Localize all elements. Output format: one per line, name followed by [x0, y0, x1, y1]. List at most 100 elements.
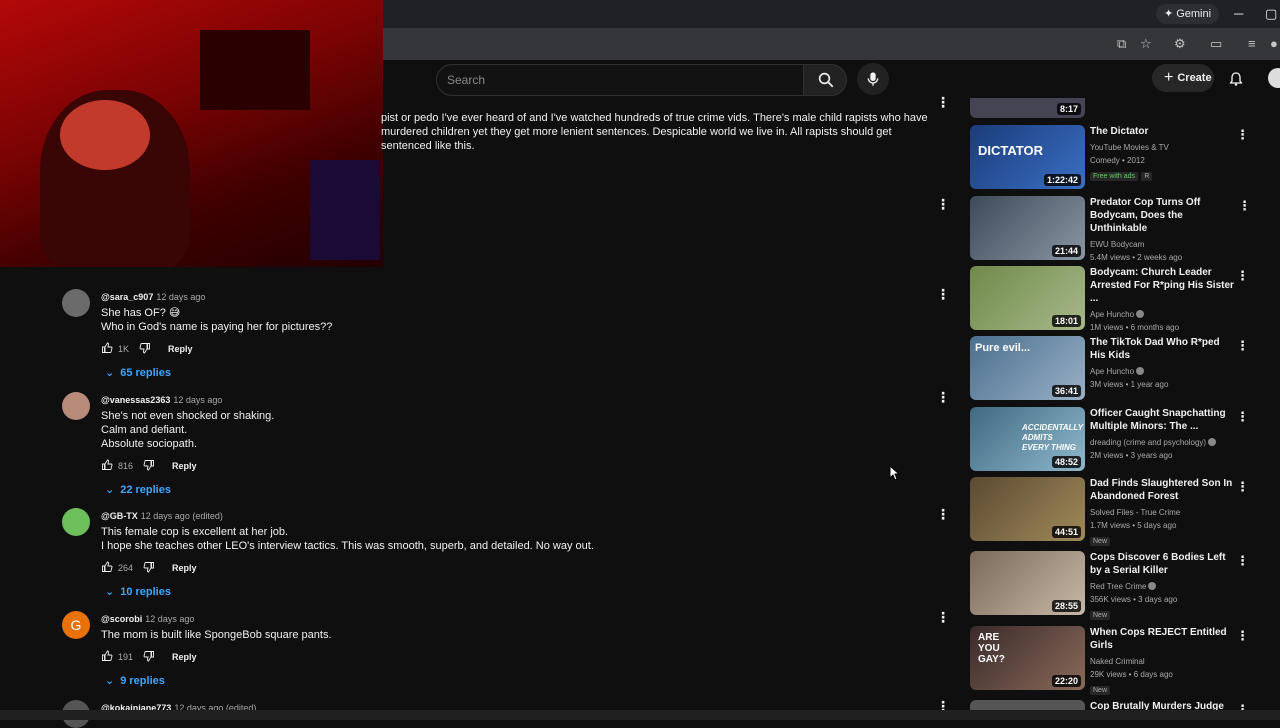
video-title[interactable]: Bodycam: Church Leader Arrested For R*pi…	[1090, 266, 1235, 305]
video-title[interactable]: The TikTok Dad Who R*ped His Kids	[1090, 336, 1235, 362]
dislike-button[interactable]	[143, 650, 155, 664]
comment-author[interactable]: @sara_c907	[101, 292, 153, 302]
video-thumbnail[interactable]: 21:44	[970, 196, 1085, 260]
video-thumbnail[interactable]: ARE YOU GAY? 22:20	[970, 626, 1085, 690]
comment-time[interactable]: 12 days ago	[145, 614, 194, 624]
notifications-button[interactable]	[1228, 70, 1244, 91]
search-input[interactable]: Search	[436, 64, 804, 96]
video-item[interactable]: 44:51 Dad Finds Slaughtered Son In Aband…	[970, 477, 1270, 546]
gemini-button[interactable]: ✦ Gemini	[1156, 4, 1220, 24]
video-thumbnail[interactable]: Pure evil... 36:41	[970, 336, 1085, 400]
video-channel[interactable]: Red Tree Crime	[1090, 582, 1146, 591]
reply-button[interactable]: Reply	[172, 461, 197, 471]
cast-icon[interactable]: ⧉	[1117, 36, 1126, 52]
video-item[interactable]: ACCIDENTALLY ADMITS EVERY THING 48:52 Of…	[970, 407, 1270, 473]
maximize-window-button[interactable]: ▢	[1265, 6, 1277, 22]
voice-search-button[interactable]	[857, 63, 889, 95]
video-menu-icon[interactable]: ⋮	[1236, 702, 1249, 710]
split-view-icon[interactable]: ▭	[1210, 36, 1222, 52]
video-menu-icon[interactable]: ⋮	[1236, 479, 1249, 495]
reading-list-icon[interactable]: ≡	[1248, 36, 1256, 51]
video-channel[interactable]: dreading (crime and psychology)	[1090, 438, 1206, 447]
avatar[interactable]: G	[62, 611, 90, 639]
video-thumbnail[interactable]: 28:55	[970, 551, 1085, 615]
comment-author[interactable]: @GB-TX	[101, 511, 138, 521]
video-item[interactable]: Pure evil... 36:41 The TikTok Dad Who R*…	[970, 336, 1270, 402]
video-menu-icon[interactable]: ⋮	[1236, 268, 1249, 284]
video-thumbnail[interactable]: ACCIDENTALLY ADMITS EVERY THING 48:52	[970, 407, 1085, 471]
video-item[interactable]: 28:55 Cops Discover 6 Bodies Left by a S…	[970, 551, 1270, 620]
extensions-icon[interactable]: ⚙	[1174, 36, 1186, 52]
video-title[interactable]: The Dictator	[1090, 125, 1235, 138]
bookmark-star-icon[interactable]: ☆	[1140, 36, 1152, 52]
reply-button[interactable]: Reply	[172, 563, 197, 573]
comment-author[interactable]: @scorobi	[101, 614, 142, 624]
video-title[interactable]: Cop Brutally Murders Judge In ...	[1090, 700, 1235, 710]
search-button[interactable]	[803, 64, 847, 96]
verified-icon	[1136, 367, 1145, 375]
mouse-cursor-icon	[889, 465, 901, 481]
video-channel[interactable]: Naked Criminal	[1090, 655, 1235, 668]
replies-count: 22 replies	[120, 484, 171, 496]
video-channel[interactable]: Ape Huncho	[1090, 310, 1134, 319]
comment-menu-icon[interactable]: ⋮	[936, 196, 950, 213]
avatar[interactable]	[62, 392, 90, 420]
video-channel[interactable]: YouTube Movies & TV	[1090, 141, 1235, 154]
video-item[interactable]: 21:44 Predator Cop Turns Off Bodycam, Do…	[970, 196, 1270, 262]
account-avatar[interactable]	[1268, 68, 1280, 88]
dislike-button[interactable]	[143, 561, 155, 575]
view-replies-button[interactable]: ⌄ 10 replies	[105, 585, 921, 598]
comment-menu-icon[interactable]: ⋮	[936, 506, 950, 523]
video-item[interactable]: DICTATOR 1:22:42 The Dictator YouTube Mo…	[970, 125, 1270, 191]
profile-icon[interactable]: ●	[1270, 36, 1278, 51]
video-menu-icon[interactable]: ⋮	[1236, 338, 1249, 354]
video-title[interactable]: Cops Discover 6 Bodies Left by a Serial …	[1090, 551, 1235, 577]
video-menu-icon[interactable]: ⋮	[1236, 409, 1249, 425]
video-meta: 2M views • 3 years ago	[1090, 451, 1173, 460]
reply-button[interactable]: Reply	[168, 344, 193, 354]
comment-time[interactable]: 12 days ago	[173, 395, 222, 405]
comment-time[interactable]: 12 days ago	[156, 292, 205, 302]
video-title[interactable]: Officer Caught Snapchatting Multiple Min…	[1090, 407, 1235, 433]
comment-menu-icon[interactable]: ⋮	[936, 286, 950, 303]
video-thumbnail[interactable]	[970, 700, 1085, 710]
dislike-button[interactable]	[139, 342, 151, 356]
minimize-window-button[interactable]: ─	[1234, 6, 1243, 21]
video-thumbnail[interactable]: DICTATOR 1:22:42	[970, 125, 1085, 189]
comment-time[interactable]: 12 days ago (edited)	[141, 511, 223, 521]
video-menu-icon[interactable]: ⋮	[1236, 628, 1249, 644]
thumbnail-text: Pure evil...	[975, 342, 1031, 354]
avatar[interactable]	[62, 289, 90, 317]
video-duration: 36:41	[1051, 385, 1081, 397]
video-thumbnail[interactable]: 8:17	[970, 98, 1085, 118]
video-title[interactable]: Predator Cop Turns Off Bodycam, Does the…	[1090, 196, 1235, 235]
video-item[interactable]: 18:01 Bodycam: Church Leader Arrested Fo…	[970, 266, 1270, 332]
view-replies-button[interactable]: ⌄ 22 replies	[105, 483, 921, 496]
dislike-button[interactable]	[143, 459, 155, 473]
like-button[interactable]	[101, 459, 113, 473]
video-menu-icon[interactable]: ⋮	[1238, 198, 1251, 214]
create-button[interactable]: + Create	[1152, 64, 1214, 92]
video-title[interactable]: Dad Finds Slaughtered Son In Abandoned F…	[1090, 477, 1235, 503]
video-channel[interactable]: EWU Bodycam	[1090, 238, 1235, 251]
video-thumbnail[interactable]: 44:51	[970, 477, 1085, 541]
video-item[interactable]: ARE YOU GAY? 22:20 When Cops REJECT Enti…	[970, 626, 1270, 695]
like-button[interactable]	[101, 650, 113, 664]
video-menu-icon[interactable]: ⋮	[1236, 127, 1249, 143]
video-channel[interactable]: Solved Files - True Crime	[1090, 506, 1235, 519]
reply-button[interactable]: Reply	[172, 652, 197, 662]
view-replies-button[interactable]: ⌄ 9 replies	[105, 674, 921, 687]
view-replies-button[interactable]: ⌄ 65 replies	[105, 366, 921, 379]
comment-menu-icon[interactable]: ⋮	[936, 94, 950, 111]
avatar[interactable]	[62, 508, 90, 536]
comment-menu-icon[interactable]: ⋮	[936, 609, 950, 626]
comment-author[interactable]: @vanessas2363	[101, 395, 170, 405]
like-button[interactable]	[101, 561, 113, 575]
video-title[interactable]: When Cops REJECT Entitled Girls	[1090, 626, 1235, 652]
video-menu-icon[interactable]: ⋮	[1236, 553, 1249, 569]
video-item[interactable]: Cop Brutally Murders Judge In ... ⋮	[970, 700, 1270, 710]
comment-menu-icon[interactable]: ⋮	[936, 389, 950, 406]
like-button[interactable]	[101, 342, 113, 356]
video-thumbnail[interactable]: 18:01	[970, 266, 1085, 330]
video-channel[interactable]: Ape Huncho	[1090, 367, 1134, 376]
